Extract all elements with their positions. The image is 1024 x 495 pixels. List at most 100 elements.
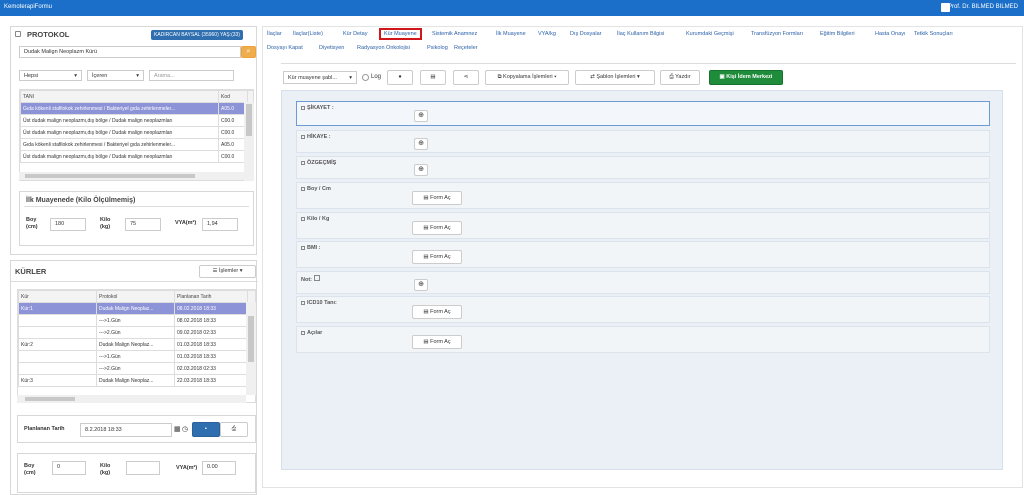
kurler-islemler-button[interactable]: ☰ İşlemler ▾ (199, 265, 256, 278)
person-button[interactable]: ● (387, 70, 413, 85)
table-row[interactable]: Kür:2 Dudak Malign Neoplaz... 01.03.2018 1… (18, 338, 255, 351)
planlanan-label: Planlanan Tarih (24, 426, 65, 432)
form-open-button[interactable]: ▤ Form Aç (412, 335, 462, 349)
tab-12[interactable]: Hasta Onayı (875, 31, 906, 37)
tab-secondary-4[interactable]: Reçeteler (454, 45, 478, 51)
add-button[interactable]: ⊕ (414, 110, 428, 122)
filter-select-2[interactable]: İçeren ▾ (87, 70, 144, 81)
form-row-label: ÖZGEÇMİŞ (307, 160, 337, 166)
share-icon: ⋖ (463, 74, 469, 80)
tab-2[interactable]: Kür Detay (343, 31, 367, 37)
plus-circle-icon: ⊕ (418, 166, 424, 173)
template-select[interactable]: Kür muayene şabl... ▾ (283, 71, 357, 84)
tab-5[interactable]: İlk Muayene (496, 31, 526, 37)
tab-13[interactable]: Tetkik Sonuçları (914, 31, 953, 37)
save-button[interactable]: ▪ (192, 422, 220, 437)
person-icon: ● (398, 74, 402, 80)
search-button[interactable]: ⌕ (241, 46, 256, 58)
tab-1[interactable]: İlaçlar(Liste) (293, 31, 323, 37)
add-button[interactable]: ⊕ (414, 164, 428, 176)
table-row[interactable]: Üst dudak malign neoplazmı,dış bölge / D… (20, 150, 253, 163)
table-row[interactable]: --->1.Gün 01.03.2018 18:33 (18, 350, 255, 363)
expand-icon[interactable] (301, 160, 305, 165)
table-row[interactable]: Üst dudak malign neoplazmı,dış bölge / D… (20, 126, 253, 139)
boy-field[interactable]: 180 (50, 218, 86, 231)
tab-11[interactable]: Eğitim Bilgileri (820, 31, 855, 37)
vya-field[interactable]: 1,94 (202, 218, 238, 231)
form-open-button[interactable]: ▤ Form Aç (412, 191, 462, 205)
expand-icon[interactable] (301, 300, 305, 305)
table-row[interactable]: --->1.Gün 08.02.2018 18:33 (18, 314, 255, 327)
tab-6[interactable]: VYA/kg (538, 31, 556, 37)
column-header-kod[interactable]: Kod (218, 90, 248, 103)
print-button[interactable]: ⎙ (220, 422, 248, 437)
expand-icon[interactable] (301, 330, 305, 335)
user-name[interactable]: Prof. Dr. BILMED BILMED (948, 4, 1018, 10)
tab-0[interactable]: İlaçlar (267, 31, 282, 37)
protokol-search-input[interactable]: Dudak Malign Neoplazm Kürü (19, 46, 241, 58)
kisi-button[interactable]: ▣ Kişi İdem Merkezi (709, 70, 783, 85)
column-header-kur[interactable]: Kür (18, 290, 97, 303)
kilo-field[interactable]: 75 (125, 218, 161, 231)
protokol-title: PROTOKOL (27, 30, 70, 39)
form-row-label: HİKAYE : (307, 134, 331, 140)
tab-secondary-2[interactable]: Radyasyon Onkolojisi (357, 45, 410, 51)
tab-9[interactable]: Kurumdaki Geçmişi (686, 31, 734, 37)
column-header-protokol[interactable]: Protokol (96, 290, 175, 303)
column-header-tani[interactable]: TANI (20, 90, 219, 103)
log-label: Log (371, 74, 382, 80)
expand-icon[interactable] (301, 134, 305, 139)
expand-icon[interactable] (301, 216, 305, 221)
form-row-label: ICD10 Tanı: (307, 300, 337, 306)
tab-secondary-0[interactable]: Dosyayı Kapat (267, 45, 303, 51)
form-open-button[interactable]: ▤ Form Aç (412, 250, 462, 264)
add-button[interactable]: ⊕ (414, 279, 428, 291)
horizontal-scrollbar[interactable] (17, 395, 246, 403)
form-row-label: ŞİKAYET : (307, 105, 334, 111)
sablon-button[interactable]: ⇄ Şablon İşlemleri ▾ (575, 70, 655, 85)
tab-secondary-3[interactable]: Psikolog (427, 45, 448, 51)
planlanan-date-field[interactable]: 8.2.2018 18:33 (80, 423, 172, 437)
tab-7[interactable]: Dış Dosyalar (570, 31, 601, 37)
kilo-label: Kilo (kg) (100, 463, 111, 476)
tani-cell: Gıda kökenli stafilokok zehirlenmesi / B… (20, 138, 219, 151)
share-button[interactable]: ⋖ (453, 70, 479, 85)
tab-3[interactable]: Kür Muayene (379, 28, 422, 40)
column-header-tarih[interactable]: Planlanan Tarih (174, 290, 248, 303)
expand-icon[interactable] (301, 186, 305, 191)
table-row[interactable]: Gıda kökenli stafilokok zehirlenmesi / B… (20, 102, 253, 115)
yazdir-button[interactable]: ⎙ Yazdır (660, 70, 700, 85)
kur-boy-field[interactable]: 0 (52, 461, 86, 475)
table-row[interactable]: Kür:1 Dudak Malign Neoplaz... 08.02.2018 1… (18, 302, 255, 315)
expand-icon[interactable] (301, 105, 305, 110)
tani-cell: Gıda kökenli stafilokok zehirlenmesi / B… (20, 102, 219, 115)
add-button[interactable]: ⊕ (414, 138, 428, 150)
form-open-button[interactable]: ▤ Form Aç (412, 221, 462, 235)
note-icon[interactable] (313, 275, 320, 281)
kopyalama-button[interactable]: ⧉ Kopyalama İşlemleri ▾ (485, 70, 569, 85)
kur-kilo-field[interactable] (126, 461, 160, 475)
form-open-button[interactable]: ▤ Form Aç (412, 305, 462, 319)
calendar-icon[interactable]: ▦ (174, 425, 181, 433)
kur-cell: Kür:3 (18, 374, 97, 387)
tab-secondary-1[interactable]: Diyetisyen (319, 45, 344, 51)
table-row[interactable]: --->2.Gün 02.03.2018 02:33 (18, 362, 255, 375)
vertical-scrollbar[interactable] (244, 102, 254, 181)
clock-icon[interactable]: ◷ (182, 425, 188, 433)
document-button[interactable]: ▤ (420, 70, 446, 85)
filter-search-input[interactable]: Arama... (149, 70, 234, 81)
table-row[interactable]: Üst dudak malign neoplazmı,dış bölge / D… (20, 114, 253, 127)
table-row[interactable]: Kür:3 Dudak Malign Neoplaz... 22.03.2018 1… (18, 374, 255, 387)
tab-8[interactable]: İlaç Kullanım Bilgisi (617, 31, 664, 37)
tab-4[interactable]: Sistemik Anamnez (432, 31, 477, 37)
log-checkbox[interactable] (362, 74, 369, 81)
table-row[interactable]: Gıda kökenli stafilokok zehirlenmesi / B… (20, 138, 253, 151)
protokol-cell: --->1.Gün (96, 350, 175, 363)
vertical-scrollbar[interactable] (246, 302, 256, 395)
horizontal-scrollbar[interactable] (19, 172, 244, 180)
tab-10[interactable]: Transfüzyon Formları (751, 31, 803, 37)
table-row[interactable]: --->2.Gün 09.02.2018 02:33 (18, 326, 255, 339)
filter-select-1[interactable]: Hepsi ▾ (19, 70, 82, 81)
expand-icon[interactable] (301, 245, 305, 250)
kur-vya-field[interactable]: 0.00 (202, 461, 236, 475)
